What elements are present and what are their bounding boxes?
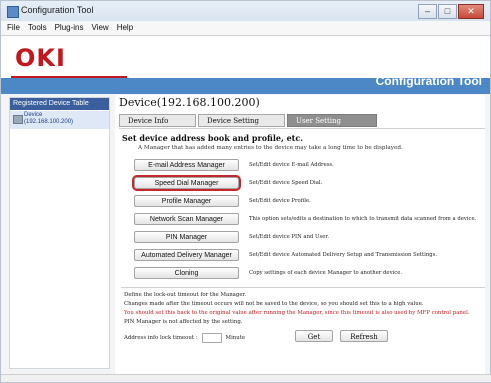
- oki-logo: OKI: [15, 44, 66, 72]
- manager-description: Set/Edit device E-mail Address.: [249, 162, 334, 168]
- manager-row: PIN Manager Set/Edit device PIN and User…: [134, 230, 329, 244]
- get-button[interactable]: Get: [295, 330, 333, 342]
- lockout-line-2: Changes made after the timeout occurs wi…: [124, 301, 424, 307]
- manager-row: Speed Dial Manager Set/Edit device Speed…: [132, 175, 323, 191]
- network-scan-manager-button[interactable]: Network Scan Manager: [134, 213, 239, 225]
- device-name: Device: [24, 112, 43, 118]
- speed-dial-manager-button[interactable]: Speed Dial Manager: [132, 175, 241, 191]
- device-ip: (192.168.100.200): [24, 119, 74, 125]
- close-button[interactable]: ✕: [458, 4, 484, 19]
- section-title: Set device address book and profile, etc…: [122, 133, 304, 143]
- pin-manager-button[interactable]: PIN Manager: [134, 231, 239, 243]
- timeout-unit: Minute: [225, 335, 246, 341]
- manager-description: Set/Edit device PIN and User.: [249, 234, 330, 240]
- manager-description: This option sets/edits a destination to …: [249, 216, 477, 222]
- main-content: Device(192.168.100.200) Device Info Devi…: [115, 95, 485, 377]
- manager-row: Network Scan Manager This option sets/ed…: [134, 212, 476, 226]
- manager-description: Copy settings of each device Manager to …: [249, 270, 403, 276]
- maximize-button[interactable]: □: [438, 4, 457, 19]
- lockout-line-1: Define the lock-out timeout for the Mana…: [124, 292, 247, 298]
- tab-device-info[interactable]: Device Info: [119, 114, 196, 127]
- manager-description: Set/Edit device Speed Dial.: [249, 180, 323, 186]
- cloning-button[interactable]: Cloning: [134, 267, 239, 279]
- device-table-header: Registered Device Table: [10, 98, 109, 110]
- timeout-input[interactable]: [201, 333, 222, 343]
- minimize-button[interactable]: –: [418, 4, 437, 19]
- device-list-item[interactable]: Device (192.168.100.200): [10, 111, 109, 129]
- manager-row: E-mail Address Manager Set/Edit device E…: [134, 158, 334, 172]
- menu-bar: File Tools Plug-ins View Help: [1, 21, 490, 36]
- app-window: Configuration Tool – □ ✕ File Tools Plug…: [0, 0, 491, 383]
- menu-file[interactable]: File: [7, 21, 20, 35]
- window-title: Configuration Tool: [21, 5, 94, 15]
- device-table-panel: Registered Device Table Device (192.168.…: [9, 97, 110, 369]
- section-subtitle: A Manager that has added many entries to…: [138, 145, 403, 151]
- tab-device-setting[interactable]: Device Setting: [198, 114, 285, 127]
- menu-help[interactable]: Help: [117, 21, 133, 35]
- printer-icon: [13, 115, 23, 124]
- lockout-line-4: PIN Manager is not affected by the setti…: [124, 319, 243, 325]
- automated-delivery-manager-button[interactable]: Automated Delivery Manager: [134, 249, 239, 261]
- device-title: Device(192.168.100.200): [119, 96, 260, 109]
- window-controls: – □ ✕: [418, 4, 484, 19]
- timeout-label: Address info lock timeout :: [124, 335, 198, 341]
- app-icon: [7, 6, 19, 18]
- menu-tools[interactable]: Tools: [28, 21, 47, 35]
- timeout-row: Address info lock timeout : Minute: [124, 333, 245, 343]
- manager-row: Cloning Copy settings of each device Man…: [134, 266, 402, 280]
- profile-manager-button[interactable]: Profile Manager: [134, 195, 239, 207]
- manager-description: Set/Edit device Profile.: [249, 198, 311, 204]
- lockout-settings: Define the lock-out timeout for the Mana…: [121, 287, 485, 343]
- title-bar: Configuration Tool – □ ✕: [1, 1, 490, 22]
- banner-title: Configuration Tool: [375, 74, 482, 88]
- tab-strip: Device Info Device Setting User Setting: [119, 114, 377, 127]
- user-setting-section: Set device address book and profile, etc…: [119, 128, 485, 374]
- menu-view[interactable]: View: [91, 21, 108, 35]
- tab-user-setting[interactable]: User Setting: [287, 114, 377, 127]
- manager-description: Set/Edit device Automated Delivery Setup…: [249, 252, 438, 258]
- app-banner: OKI Configuration Tool: [1, 36, 490, 94]
- refresh-button[interactable]: Refresh: [340, 330, 388, 342]
- status-bar: [1, 374, 491, 382]
- lockout-warning: You should set this back to the original…: [124, 310, 470, 316]
- manager-row: Automated Delivery Manager Set/Edit devi…: [134, 248, 437, 262]
- email-address-manager-button[interactable]: E-mail Address Manager: [134, 159, 239, 171]
- manager-row: Profile Manager Set/Edit device Profile.: [134, 194, 311, 208]
- menu-plugins[interactable]: Plug-ins: [55, 21, 84, 35]
